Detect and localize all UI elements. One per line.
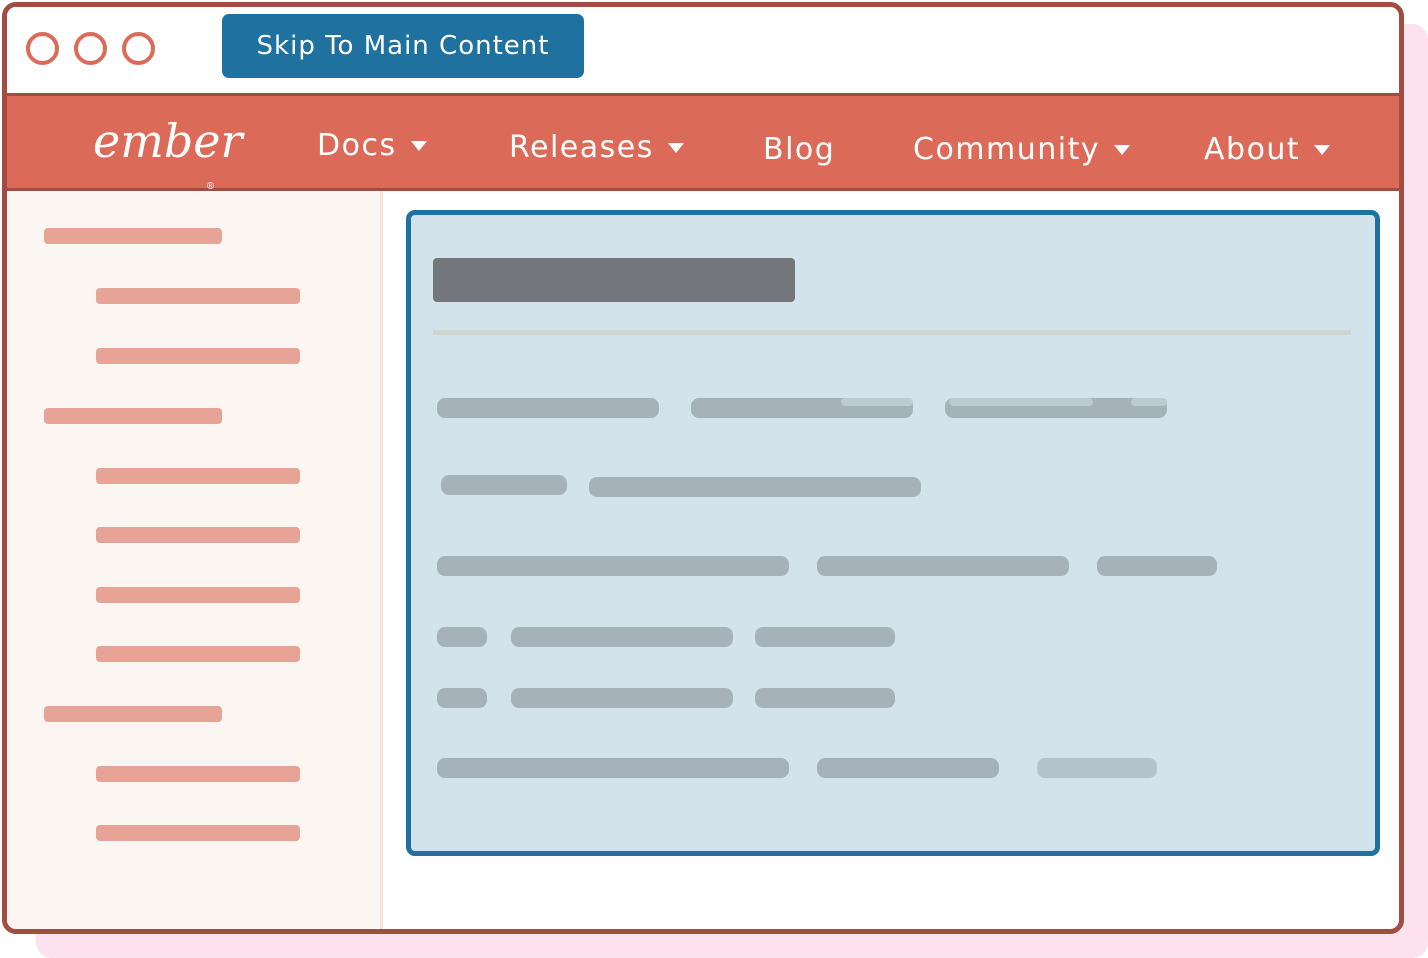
ember-logo[interactable]: ember ®: [93, 106, 243, 192]
text-line-placeholder: [437, 627, 487, 647]
sidebar-group-heading-placeholder[interactable]: [44, 408, 222, 424]
nav-item-label: Community: [913, 132, 1101, 167]
text-line-placeholder: [437, 556, 789, 576]
text-line-placeholder: [817, 758, 999, 778]
text-line-placeholder: [589, 477, 921, 497]
title-divider: [433, 330, 1351, 335]
nav-item-blog[interactable]: Blog: [763, 132, 835, 167]
nav-item-releases[interactable]: Releases: [509, 130, 684, 165]
text-highlight-placeholder: [1131, 398, 1167, 406]
title-bar: Skip To Main Content: [7, 7, 1399, 93]
nav-item-community[interactable]: Community: [913, 132, 1131, 167]
page-title-placeholder: [433, 258, 795, 302]
sidebar-group-heading-placeholder[interactable]: [44, 706, 222, 722]
sidebar-item-placeholder[interactable]: [96, 587, 300, 603]
sidebar-item-placeholder[interactable]: [96, 468, 300, 484]
text-line-placeholder: [437, 688, 487, 708]
caret-down-icon: [667, 142, 684, 153]
text-line-placeholder: [817, 556, 1069, 576]
text-line-placeholder: [511, 627, 733, 647]
window-close-dot[interactable]: [26, 32, 59, 65]
logo-wordmark: ember: [93, 114, 243, 168]
browser-window: Skip To Main Content ember ® Docs Releas…: [2, 2, 1404, 934]
text-line-placeholder: [1097, 556, 1217, 576]
sidebar-item-placeholder[interactable]: [96, 288, 300, 304]
nav-item-label: Docs: [317, 128, 397, 163]
text-highlight-placeholder: [841, 398, 913, 406]
sidebar-item-placeholder[interactable]: [96, 766, 300, 782]
nav-item-about[interactable]: About: [1204, 132, 1331, 167]
nav-item-label: About: [1204, 132, 1301, 167]
nav-item-label: Blog: [763, 132, 836, 167]
sidebar-group-heading-placeholder[interactable]: [44, 228, 222, 244]
text-line-placeholder: [437, 398, 659, 418]
window-minimize-dot[interactable]: [74, 32, 107, 65]
sidebar-item-placeholder[interactable]: [96, 527, 300, 543]
sidebar-item-placeholder[interactable]: [96, 825, 300, 841]
text-line-placeholder: [437, 758, 789, 778]
sidebar-item-placeholder[interactable]: [96, 348, 300, 364]
window-maximize-dot[interactable]: [122, 32, 155, 65]
nav-item-docs[interactable]: Docs: [317, 128, 427, 163]
skip-to-main-content-button[interactable]: Skip To Main Content: [222, 14, 584, 78]
text-line-placeholder: [1037, 758, 1157, 778]
text-line-placeholder: [755, 688, 895, 708]
caret-down-icon: [1114, 144, 1131, 155]
sidebar-nav: [7, 191, 383, 929]
text-highlight-placeholder: [949, 398, 1093, 406]
caret-down-icon: [410, 140, 427, 151]
main-content-focused: [406, 210, 1380, 856]
caret-down-icon: [1314, 144, 1331, 155]
sidebar-item-placeholder[interactable]: [96, 646, 300, 662]
text-line-placeholder: [511, 688, 733, 708]
top-navbar: ember ® Docs Releases Blog Community Abo…: [7, 93, 1399, 192]
text-line-placeholder: [755, 627, 895, 647]
text-line-placeholder: [441, 475, 567, 495]
nav-item-label: Releases: [509, 130, 654, 165]
